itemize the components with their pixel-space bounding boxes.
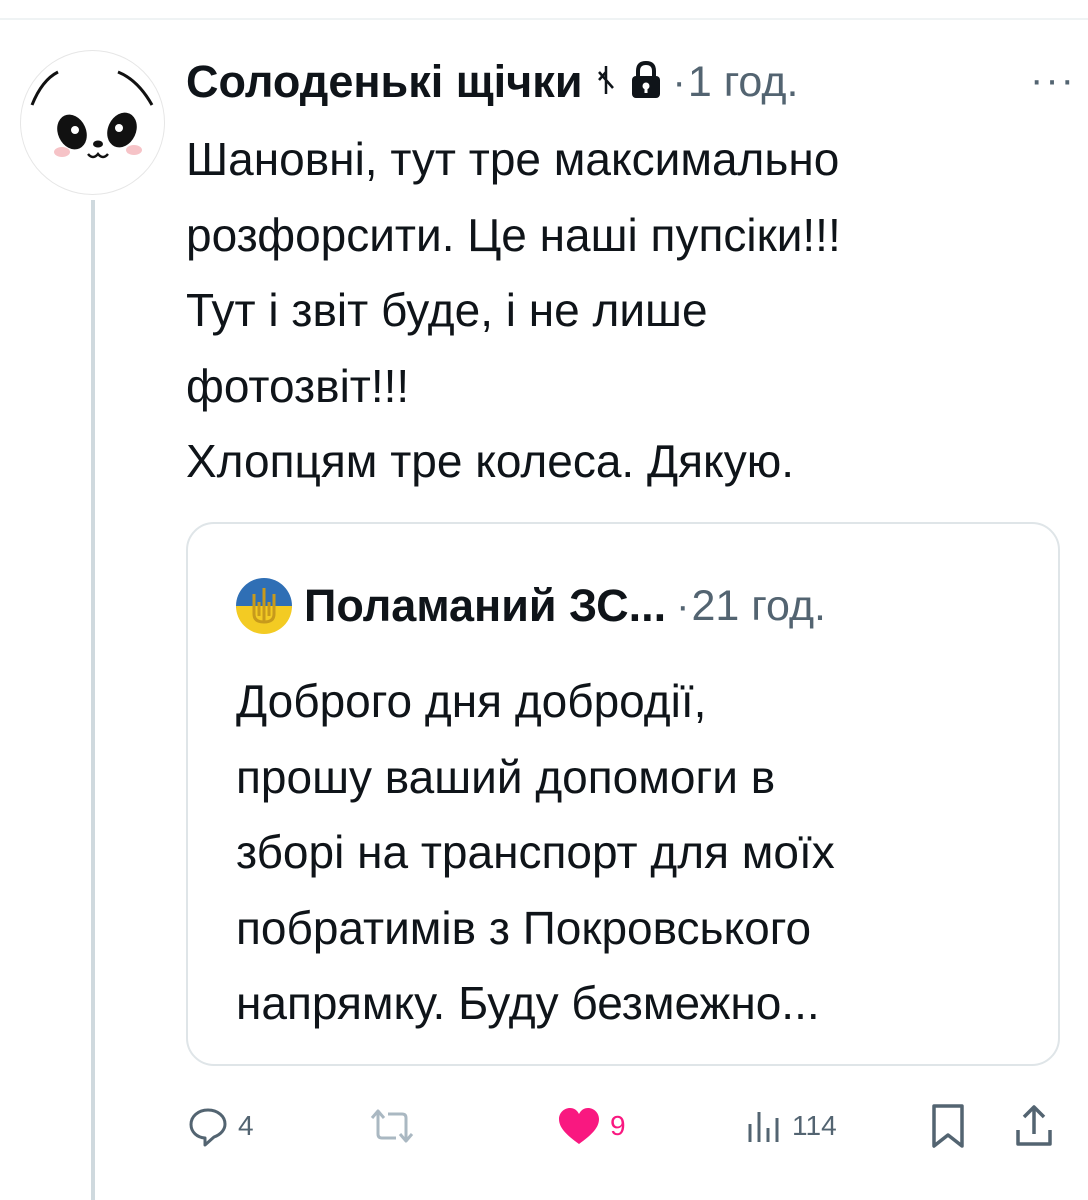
share-button[interactable] [1012,1098,1056,1154]
reply-icon [189,1108,227,1147]
lock-icon [629,60,663,105]
bookmark-icon [932,1104,964,1148]
tweet-header: Солоденькі щічки · 1 год. ··· [186,52,1076,112]
quoted-tweet-header: Поламаний ЗС... · 21 год. [236,576,826,636]
reply-count: 4 [238,1110,254,1141]
views-button[interactable]: 114 [744,1098,837,1154]
author-avatar[interactable] [20,50,165,195]
tweet-text: Шановні, тут тре максимально розфорсити.… [186,122,1066,500]
tweet-actions-bar: 4 9 114 [186,1098,1066,1154]
quoted-tweet-text: Доброго дня добродії, прошу ваший допомо… [236,664,1036,1042]
retweet-button[interactable] [368,1098,424,1154]
thread-line [91,200,95,1200]
quoted-text-line: Доброго дня добродії, [236,675,707,727]
quoted-header-separator: · [676,583,690,628]
like-count: 9 [610,1110,626,1141]
tweet-text-line: Тут і звіт буде, і не лише [186,284,708,336]
quoted-text-line: прошу ваший допомоги в [236,750,776,803]
quoted-tweet-time: 21 год. [691,581,826,630]
quoted-text-line: побратимів з Покровського [236,901,812,954]
retweet-icon [370,1109,414,1143]
author-display-name[interactable]: Солоденькі щічки [186,56,583,108]
rune-icon [595,62,617,103]
tweet-text-line: розфорсити. Це наші пупсіки!!! [186,208,841,261]
share-icon [1016,1105,1052,1146]
tweet-text-line: фотозвіт!!! [186,359,410,412]
top-divider [0,18,1088,20]
heart-filled-icon [559,1108,599,1144]
quoted-author-name: Поламаний ЗС... [304,580,667,631]
tweet-text-line: Шановні, тут тре максимально [186,133,840,185]
bookmark-button[interactable] [928,1098,968,1154]
views-chart-icon [748,1112,779,1142]
ukraine-trident-flag-icon [236,578,292,634]
quoted-text-line: зборі на транспорт для моїх [236,826,835,878]
tweet-text-line: Хлопцям тре колеса. Дякую. [186,435,794,487]
header-separator: · [672,59,686,104]
views-count: 114 [792,1110,837,1141]
quoted-author-avatar [236,578,292,634]
panda-avatar-icon [30,70,154,159]
like-button[interactable]: 9 [556,1098,626,1154]
tweet-time[interactable]: 1 год. [688,58,799,107]
quoted-text-line: напрямку. Буду безмежно... [236,977,820,1029]
reply-button[interactable]: 4 [186,1098,254,1154]
quoted-tweet-card[interactable]: Поламаний ЗС... · 21 год. Доброго дня до… [186,522,1060,1066]
more-options-button[interactable]: ··· [1030,58,1076,103]
